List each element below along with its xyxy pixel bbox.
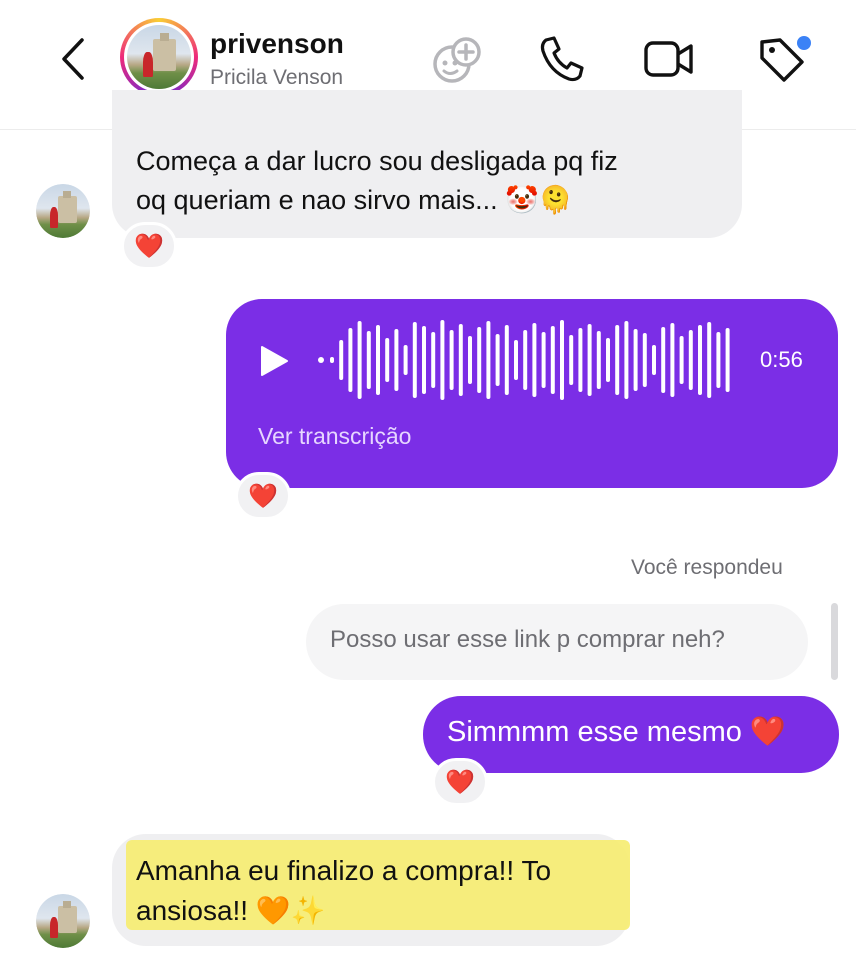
message-text: Amanha eu finalizo a compra!! To ansiosa…: [136, 855, 552, 926]
waveform-bar: [716, 332, 721, 388]
waveform-bar: [440, 320, 445, 400]
waveform-bar: [688, 330, 693, 390]
sender-avatar[interactable]: [36, 894, 90, 948]
waveform-bar: [357, 321, 362, 399]
waveform-bar: [523, 330, 528, 390]
waveform-bar: [504, 325, 509, 395]
waveform-bar: [394, 329, 399, 391]
waveform-bar: [330, 357, 334, 363]
reply-label: Você respondeu: [631, 556, 783, 579]
waveform-bar: [670, 323, 675, 397]
waveform-bar: [532, 323, 537, 397]
waveform-bar: [606, 338, 610, 382]
full-name: Pricila Venson: [210, 66, 344, 89]
voice-duration: 0:56: [760, 347, 803, 372]
waveform-bar: [698, 325, 702, 395]
waveform-bar: [541, 332, 546, 388]
audio-waveform[interactable]: [318, 318, 736, 402]
waveform-bar: [596, 331, 601, 389]
incoming-message[interactable]: Começa a dar lucro sou desligada pq fiz …: [112, 90, 742, 238]
waveform-bar: [624, 321, 629, 399]
video-camera-icon[interactable]: [642, 34, 696, 84]
waveform-bar: [376, 325, 380, 395]
quoted-text: Posso usar esse link p comprar neh?: [330, 626, 725, 653]
username[interactable]: privenson: [210, 28, 344, 60]
waveform-bar: [633, 329, 638, 391]
waveform-bar: [578, 328, 583, 392]
game-controller-icon[interactable]: [430, 34, 484, 84]
outgoing-message[interactable]: Simmmm esse mesmo ❤️: [423, 696, 839, 773]
phone-icon[interactable]: [536, 34, 590, 84]
waveform-bar: [679, 336, 684, 384]
waveform-bar: [458, 324, 463, 396]
heart-reaction[interactable]: ❤️: [121, 222, 177, 270]
message-text: Simmmm esse mesmo ❤️: [447, 716, 787, 748]
view-transcript-link[interactable]: Ver transcrição: [258, 423, 411, 450]
waveform-bar: [615, 325, 620, 395]
waveform-bar: [569, 335, 574, 385]
waveform-bar: [385, 338, 390, 382]
message-text: Começa a dar lucro sou desligada pq fiz …: [136, 146, 618, 215]
waveform-bar: [661, 327, 666, 393]
waveform-bar: [422, 326, 426, 394]
waveform-bar: [449, 330, 454, 390]
waveform-bar: [486, 321, 491, 399]
reply-indicator-bar: [831, 603, 838, 680]
notification-dot: [797, 36, 811, 50]
waveform-bar: [725, 328, 730, 392]
waveform-bar: [431, 332, 436, 388]
heart-reaction[interactable]: ❤️: [235, 472, 291, 520]
waveform-bar: [366, 331, 371, 389]
waveform-bar: [587, 324, 592, 396]
waveform-dot: [318, 357, 324, 363]
heart-reaction[interactable]: ❤️: [432, 758, 488, 806]
quoted-message[interactable]: Posso usar esse link p comprar neh?: [306, 604, 808, 680]
chevron-left-icon[interactable]: [56, 36, 90, 82]
waveform-bar: [642, 333, 647, 387]
waveform-bar: [477, 327, 482, 393]
waveform-bar: [560, 320, 564, 400]
waveform-bar: [495, 334, 500, 386]
play-icon[interactable]: [258, 344, 290, 378]
waveform-bar: [468, 336, 472, 384]
waveform-bar: [339, 340, 344, 380]
waveform-bar: [348, 328, 353, 392]
profile-avatar[interactable]: [120, 18, 198, 96]
waveform-bar: [652, 345, 656, 375]
waveform-bar: [514, 340, 518, 380]
waveform-bar: [550, 326, 555, 394]
waveform-bar: [412, 322, 417, 398]
sender-avatar[interactable]: [36, 184, 90, 238]
waveform-bar: [707, 322, 712, 398]
waveform-bar: [403, 345, 408, 375]
